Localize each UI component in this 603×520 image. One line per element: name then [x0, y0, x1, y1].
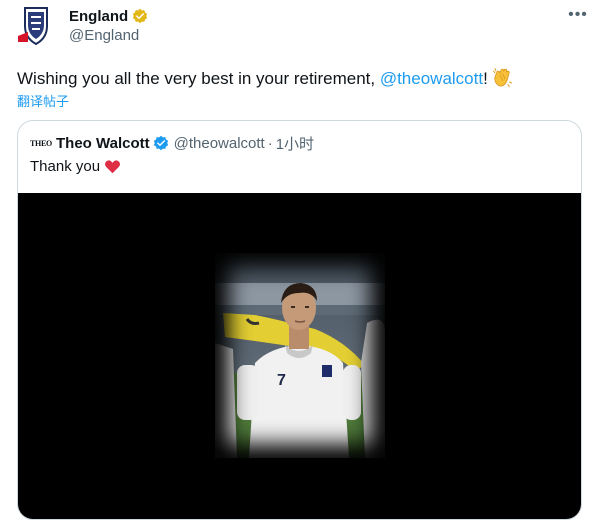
three-lions-crest-icon: [16, 6, 56, 46]
quote-separator: ·: [267, 134, 273, 152]
theo-logo-avatar[interactable]: THEO: [30, 136, 52, 150]
tweet-text-body: Wishing you all the very best in your re…: [17, 69, 380, 88]
author-name-row: England: [69, 6, 148, 26]
tweet-text: Wishing you all the very best in your re…: [17, 66, 513, 90]
quote-text-body: Thank you: [30, 158, 101, 175]
quote-header: THEO Theo Walcott @theowalcott · 1小时: [30, 133, 314, 154]
quote-author-name[interactable]: Theo Walcott: [56, 135, 150, 152]
more-options-button[interactable]: •••: [567, 5, 589, 25]
gold-verified-badge-icon: [133, 8, 148, 24]
england-avatar[interactable]: [16, 6, 56, 46]
more-icon: •••: [568, 6, 588, 23]
svg-text:7: 7: [277, 372, 286, 389]
red-heart-icon: [105, 160, 121, 174]
video-player[interactable]: 7: [18, 193, 581, 519]
translate-post-link[interactable]: 翻译帖子: [17, 91, 69, 110]
author-handle[interactable]: @England: [69, 27, 139, 44]
quote-author-handle[interactable]: @theowalcott: [174, 135, 265, 152]
clapping-hands-icon: [492, 68, 512, 88]
video-frame-player-image: 7: [215, 253, 385, 458]
quoted-tweet-card[interactable]: THEO Theo Walcott @theowalcott · 1小时 Tha…: [17, 120, 582, 520]
mention-link[interactable]: @theowalcott: [380, 69, 483, 88]
blue-verified-badge-icon: [153, 135, 168, 151]
tweet: England @England ••• Wishing you all the…: [0, 0, 603, 520]
quote-text: Thank you: [30, 158, 121, 175]
quote-timestamp[interactable]: 1小时: [276, 133, 314, 154]
tweet-text-end: !: [483, 69, 488, 88]
author-display-name[interactable]: England: [69, 8, 128, 25]
